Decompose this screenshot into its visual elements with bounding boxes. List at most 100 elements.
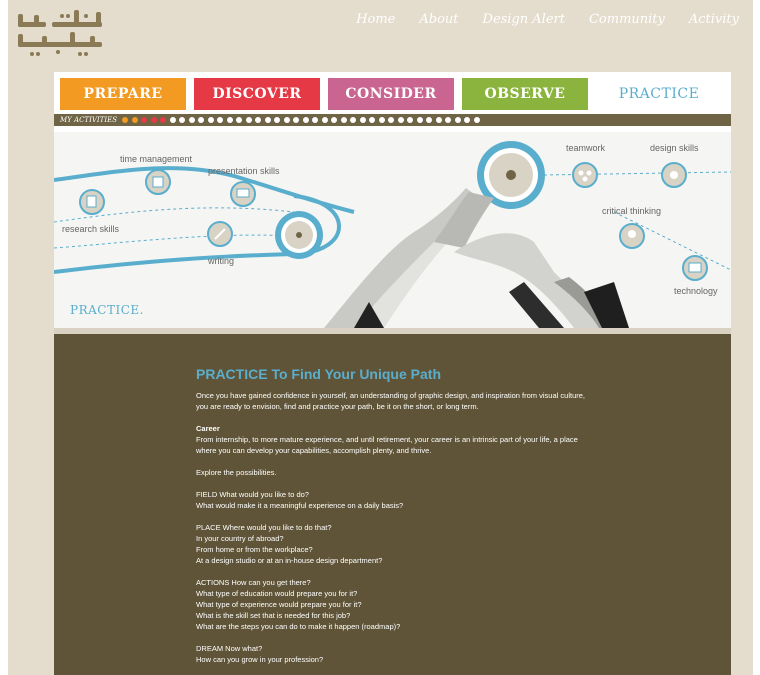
dream-line: DREAM Now what? [196, 644, 263, 653]
activity-dot[interactable] [226, 117, 233, 123]
activity-dot[interactable] [340, 117, 347, 123]
activity-dot[interactable] [426, 117, 433, 123]
actions-line: ACTIONS How can you get there? [196, 578, 311, 587]
activity-dot[interactable] [331, 117, 338, 123]
career-heading: Career [196, 424, 220, 433]
skill-research: research skills [62, 224, 120, 234]
hero-practice-label: PRACTICE. [70, 303, 144, 317]
technology-icon [682, 255, 708, 281]
activity-dot[interactable] [445, 117, 452, 123]
main-nav: Home About Design Alert Community Activi… [356, 12, 739, 27]
place-paragraph: PLACE Where would you like to do that? I… [196, 522, 596, 566]
activity-dot[interactable] [188, 117, 195, 123]
hero-illustration: time management presentation skills rese… [54, 132, 731, 328]
article-section: PRACTICE To Find Your Unique Path Once y… [54, 334, 731, 675]
activity-dot[interactable] [321, 117, 328, 123]
activity-dot[interactable] [388, 117, 395, 123]
site-logo[interactable] [12, 6, 108, 64]
presentation-skills-icon [230, 181, 256, 207]
activity-dot[interactable] [141, 117, 148, 123]
tab-practice[interactable]: PRACTICE [596, 78, 722, 110]
tab-consider[interactable]: CONSIDER [328, 78, 454, 110]
activity-dot[interactable] [359, 117, 366, 123]
handshake-illustration [324, 188, 629, 328]
activity-dot[interactable] [378, 117, 385, 123]
critical-thinking-icon [619, 223, 645, 249]
activity-dot[interactable] [407, 117, 414, 123]
explore-text: Explore the possibilities. [196, 468, 277, 477]
skill-technology: technology [674, 286, 718, 296]
place-line: In your country of abroad? [196, 534, 284, 543]
design-skills-icon [661, 162, 687, 188]
dream-line: How can you grow in your profession? [196, 655, 324, 664]
activity-dot[interactable] [464, 117, 471, 123]
stage-tabs: PREPARE DISCOVER CONSIDER OBSERVE PRACTI… [60, 78, 722, 110]
field-paragraph: FIELD What would you like to do? What wo… [196, 489, 596, 511]
activity-dot[interactable] [160, 117, 167, 123]
career-text: From internship, to more mature experien… [196, 435, 578, 455]
teamwork-icon [572, 162, 598, 188]
actions-line: What type of education would prepare you… [196, 589, 358, 598]
field-line: FIELD What would you like to do? [196, 490, 309, 499]
activity-dot[interactable] [369, 117, 376, 123]
activity-dot[interactable] [350, 117, 357, 123]
time-management-icon [145, 169, 171, 195]
field-line: What would make it a meaningful experien… [196, 501, 404, 510]
activity-dot[interactable] [454, 117, 461, 123]
skill-writing: writing [208, 256, 235, 266]
activity-dot[interactable] [245, 117, 252, 123]
place-line: From home or from the workplace? [196, 545, 313, 554]
place-line: PLACE Where would you like to do that? [196, 523, 332, 532]
dream-paragraph: DREAM Now what? How can you grow in your… [196, 643, 596, 665]
nav-design-alert-link[interactable]: Design Alert [483, 12, 565, 27]
activity-dots [122, 117, 480, 123]
tab-observe[interactable]: OBSERVE [462, 78, 588, 110]
actions-line: What are the steps you can do to make it… [196, 622, 401, 631]
activity-dot[interactable] [179, 117, 186, 123]
activity-dot[interactable] [397, 117, 404, 123]
nav-community-link[interactable]: Community [589, 12, 665, 27]
activity-dot[interactable] [274, 117, 281, 123]
activity-dot[interactable] [217, 117, 224, 123]
career-paragraph: Career From internship, to more mature e… [196, 423, 596, 456]
activity-dot[interactable] [150, 117, 157, 123]
activity-dot[interactable] [264, 117, 271, 123]
activity-dot[interactable] [302, 117, 309, 123]
activity-dot[interactable] [416, 117, 423, 123]
skill-presentation: presentation skills [208, 166, 280, 176]
tab-prepare[interactable]: PREPARE [60, 78, 186, 110]
actions-paragraph: ACTIONS How can you get there? What type… [196, 577, 596, 632]
actions-line: What type of experience would prepare yo… [196, 600, 362, 609]
skill-critical-thinking: critical thinking [602, 206, 662, 216]
research-skills-icon [79, 189, 105, 215]
writing-icon [207, 221, 233, 247]
nav-about-link[interactable]: About [419, 12, 458, 27]
article-title: PRACTICE To Find Your Unique Path [196, 366, 441, 382]
activity-dot[interactable] [312, 117, 319, 123]
skill-teamwork: teamwork [566, 143, 606, 153]
place-line: At a design studio or at an in-house des… [196, 556, 383, 565]
skill-time-management: time management [120, 154, 193, 164]
nav-home-link[interactable]: Home [356, 12, 395, 27]
tab-discover[interactable]: DISCOVER [194, 78, 320, 110]
activities-label[interactable]: MY ACTIVITIES [60, 116, 117, 124]
activity-dot[interactable] [169, 117, 176, 123]
activity-dot[interactable] [198, 117, 205, 123]
activity-dot[interactable] [236, 117, 243, 123]
activity-dot[interactable] [122, 117, 129, 123]
nav-activity-link[interactable]: Activity [689, 12, 739, 27]
article-intro: Once you have gained confidence in yours… [196, 391, 585, 411]
actions-line: What is the skill set that is needed for… [196, 611, 351, 620]
activity-dot[interactable] [283, 117, 290, 123]
main-panel: PREPARE DISCOVER CONSIDER OBSERVE PRACTI… [54, 72, 731, 675]
activity-dot[interactable] [293, 117, 300, 123]
activity-dot[interactable] [207, 117, 214, 123]
activity-dot[interactable] [473, 117, 480, 123]
activity-progress-bar: MY ACTIVITIES [54, 114, 731, 126]
activity-dot[interactable] [131, 117, 138, 123]
page: Home About Design Alert Community Activi… [8, 0, 753, 675]
activity-dot[interactable] [435, 117, 442, 123]
skill-design: design skills [650, 143, 699, 153]
activity-dot[interactable] [255, 117, 262, 123]
article-body: PRACTICE To Find Your Unique Path Once y… [196, 366, 596, 675]
